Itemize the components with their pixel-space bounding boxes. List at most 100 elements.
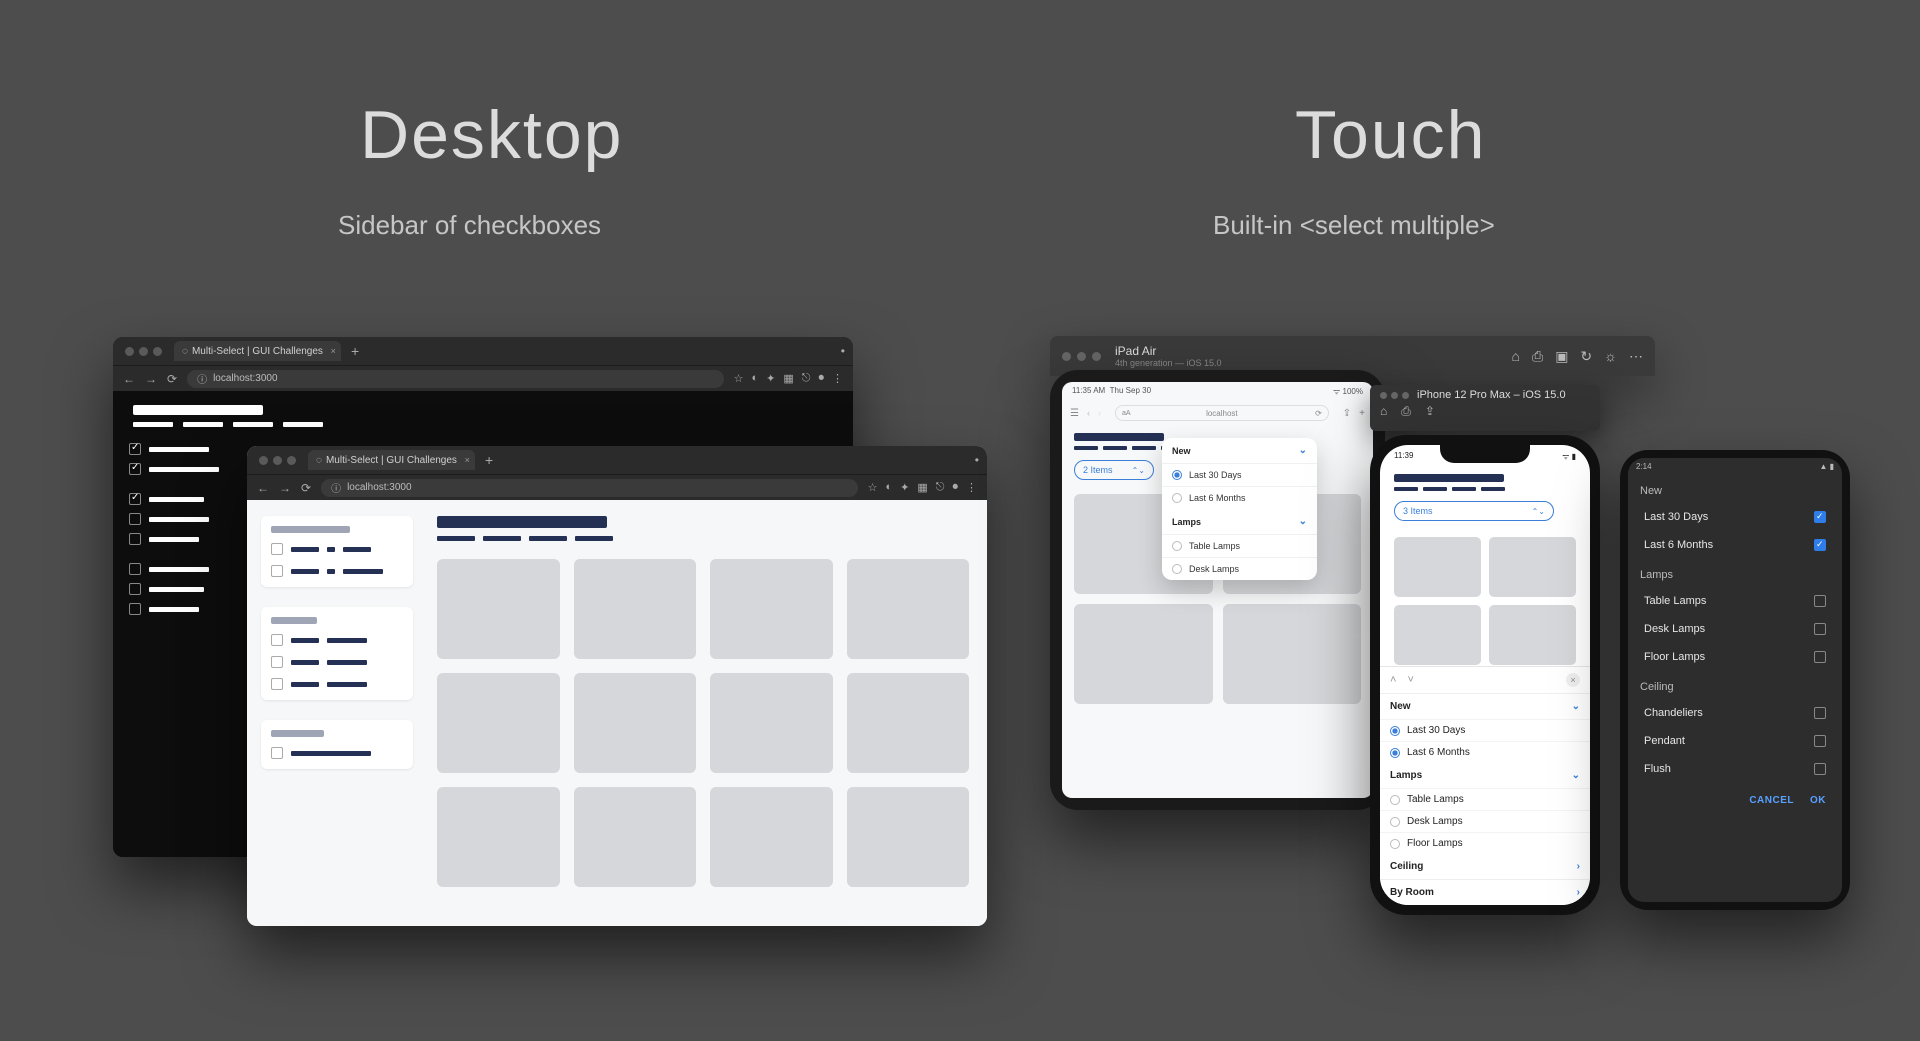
tabs-icon[interactable]: +	[1359, 408, 1365, 419]
checkbox-icon[interactable]	[271, 656, 283, 668]
filter-checkbox-row[interactable]	[271, 656, 403, 668]
home-icon[interactable]: ⌂	[1512, 348, 1520, 365]
option-row[interactable]: Desk Lamps	[1380, 810, 1590, 832]
checkbox-icon[interactable]	[1814, 595, 1826, 607]
forward-icon[interactable]: →	[145, 372, 157, 386]
option-group-header[interactable]: New⌄	[1162, 438, 1317, 463]
product-tile[interactable]	[574, 673, 697, 773]
option-row[interactable]: Table Lamps	[1628, 587, 1842, 615]
menu-icon[interactable]: ⋮	[966, 481, 977, 494]
filter-select[interactable]: 2 Items ⌃⌄	[1074, 460, 1154, 480]
pin-icon[interactable]: ⎋	[936, 481, 945, 494]
more-icon[interactable]: ⋯	[1629, 348, 1643, 365]
minimize-icon[interactable]: •	[841, 344, 845, 358]
filter-checkbox-row[interactable]	[271, 634, 403, 646]
rotate-icon[interactable]: ▣	[1555, 348, 1568, 365]
checkbox-icon[interactable]	[129, 463, 141, 475]
reader-icon[interactable]: aA	[1122, 410, 1131, 417]
checkbox-icon[interactable]	[1814, 651, 1826, 663]
option-group-header[interactable]: By Room›	[1380, 879, 1590, 905]
checkbox-icon[interactable]	[271, 565, 283, 577]
option-row[interactable]: Table Lamps	[1162, 534, 1317, 557]
window-controls[interactable]	[1062, 352, 1101, 361]
option-row[interactable]: Chandeliers	[1628, 699, 1842, 727]
option-row[interactable]: Desk Lamps	[1628, 615, 1842, 643]
checkbox-icon[interactable]	[1814, 735, 1826, 747]
checkbox-icon[interactable]	[129, 603, 141, 615]
mic-icon[interactable]: ⏺	[819, 372, 825, 385]
devtools-icon[interactable]: ▦	[917, 481, 927, 494]
close-icon[interactable]: ×	[1566, 673, 1580, 687]
product-tile[interactable]	[710, 673, 833, 773]
window-controls[interactable]	[119, 347, 168, 356]
checkbox-icon[interactable]	[129, 513, 141, 525]
devtools-icon[interactable]: ▦	[783, 372, 793, 385]
cancel-button[interactable]: CANCEL	[1749, 795, 1794, 806]
product-tile[interactable]	[1223, 604, 1362, 704]
product-tile[interactable]	[1394, 605, 1481, 665]
option-row[interactable]: Flush	[1628, 755, 1842, 783]
screenshot-icon[interactable]: ⎙	[1532, 348, 1543, 365]
filter-checkbox-row[interactable]	[271, 678, 403, 690]
option-row[interactable]: Floor Lamps	[1380, 832, 1590, 854]
product-tile[interactable]	[847, 787, 970, 887]
extension-icon[interactable]: ✦	[900, 481, 909, 494]
checkbox-icon[interactable]	[1814, 539, 1826, 551]
product-tile[interactable]	[574, 787, 697, 887]
option-row[interactable]: Last 6 Months	[1380, 741, 1590, 763]
extension-icon[interactable]: ✦	[766, 372, 775, 385]
product-tile[interactable]	[574, 559, 697, 659]
address-bar[interactable]: ⓘ localhost:3000	[187, 370, 724, 388]
checkbox-icon[interactable]	[129, 493, 141, 505]
pin-icon[interactable]: ⎋	[802, 372, 811, 385]
mic-icon[interactable]: ⏺	[953, 481, 959, 494]
ok-button[interactable]: OK	[1810, 795, 1826, 806]
filter-checkbox-row[interactable]	[271, 543, 403, 555]
checkbox-icon[interactable]	[271, 634, 283, 646]
option-row[interactable]: Desk Lamps	[1162, 557, 1317, 580]
option-row[interactable]: Last 30 Days	[1162, 463, 1317, 486]
close-tab-icon[interactable]: ×	[331, 346, 336, 356]
browser-tab[interactable]: ◌ Multi-Select | GUI Challenges ×	[308, 450, 475, 470]
menu-icon[interactable]: ⋮	[832, 372, 843, 385]
address-bar[interactable]: aA localhost ⟳	[1115, 405, 1329, 421]
reload-icon[interactable]: ⟳	[1315, 409, 1322, 418]
checkbox-icon[interactable]	[129, 443, 141, 455]
checkbox-icon[interactable]	[1814, 623, 1826, 635]
new-tab-button[interactable]: +	[485, 452, 493, 468]
product-tile[interactable]	[437, 559, 560, 659]
option-row[interactable]: Table Lamps	[1380, 788, 1590, 810]
product-tile[interactable]	[710, 787, 833, 887]
option-row[interactable]: Last 30 Days	[1628, 503, 1842, 531]
checkbox-icon[interactable]	[271, 543, 283, 555]
reload-icon[interactable]: ⟳	[301, 481, 311, 495]
product-tile[interactable]	[710, 559, 833, 659]
moon-icon[interactable]: ◐	[886, 481, 893, 494]
checkbox-icon[interactable]	[271, 747, 283, 759]
checkbox-icon[interactable]	[129, 533, 141, 545]
checkbox-icon[interactable]	[271, 678, 283, 690]
star-icon[interactable]: ☆	[868, 481, 878, 494]
product-tile[interactable]	[437, 787, 560, 887]
forward-icon[interactable]: ›	[1098, 408, 1101, 418]
share-icon[interactable]: ⇪	[1343, 408, 1351, 419]
screenshot-icon[interactable]: ⎙	[1401, 404, 1411, 419]
filter-checkbox-row[interactable]	[271, 747, 403, 759]
option-group-header[interactable]: Lamps⌄	[1380, 763, 1590, 788]
checkbox-icon[interactable]	[129, 583, 141, 595]
filter-select[interactable]: 3 Items ⌃⌄	[1394, 501, 1554, 521]
option-group-header[interactable]: New⌄	[1380, 694, 1590, 719]
new-tab-button[interactable]: +	[351, 343, 359, 359]
product-tile[interactable]	[1394, 537, 1481, 597]
address-bar[interactable]: ⓘ localhost:3000	[321, 479, 858, 497]
window-controls[interactable]	[253, 456, 302, 465]
sidebar-icon[interactable]: ☰	[1070, 408, 1079, 419]
option-row[interactable]: Last 6 Months	[1628, 531, 1842, 559]
option-row[interactable]: Last 6 Months	[1162, 486, 1317, 509]
checkbox-icon[interactable]	[1814, 707, 1826, 719]
back-icon[interactable]: ←	[257, 481, 269, 495]
share-icon[interactable]: ⇪	[1425, 404, 1435, 419]
star-icon[interactable]: ☆	[734, 372, 744, 385]
product-tile[interactable]	[1489, 605, 1576, 665]
option-row[interactable]: Last 30 Days	[1380, 719, 1590, 741]
